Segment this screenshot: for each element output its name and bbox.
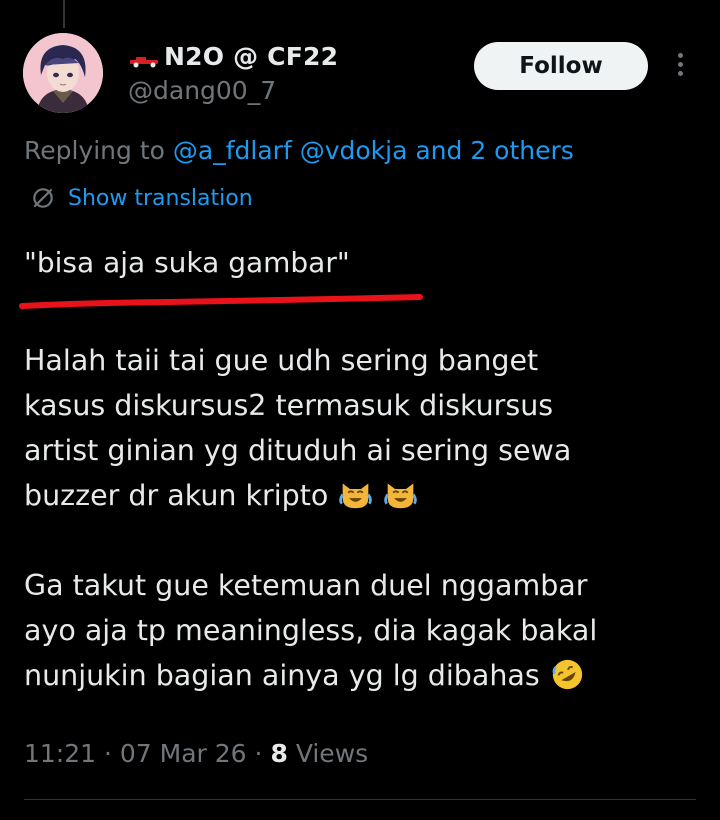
- body-line: Halah taii tai gue udh sering banget: [24, 344, 539, 377]
- body-line: Ga takut gue ketemuan duel nggambar: [24, 569, 588, 602]
- replying-prefix: Replying to: [24, 136, 165, 165]
- views-count: 8: [270, 739, 288, 768]
- divider: [24, 799, 696, 800]
- author-name-row[interactable]: N2O @ CF22: [128, 38, 338, 74]
- body-line: artist ginian yg dituduh ai sering sewa: [24, 434, 572, 467]
- author-display-name[interactable]: N2O @ CF22: [164, 42, 338, 71]
- show-translation-label: Show translation: [68, 185, 253, 211]
- author-handle[interactable]: @dang00_7: [128, 76, 276, 105]
- cat-tears-of-joy-emoji: [383, 483, 417, 509]
- author-avatar[interactable]: [23, 33, 103, 113]
- more-vertical-icon[interactable]: [672, 50, 688, 84]
- red-race-car-icon: [130, 57, 158, 68]
- follow-button[interactable]: Follow: [474, 42, 648, 90]
- rolling-on-floor-laughing-emoji: [552, 659, 582, 690]
- body-line: buzzer dr akun kripto: [24, 473, 704, 518]
- quoted-phrase: "bisa aja suka gambar": [24, 246, 350, 279]
- show-translation-button[interactable]: Show translation: [30, 185, 253, 211]
- body-line: ayo aja tp meaningless, dia kagak bakal: [24, 614, 598, 647]
- meta-separator: ·: [104, 739, 112, 768]
- body-line-text: buzzer dr akun kripto: [24, 479, 329, 512]
- post-date[interactable]: 07 Mar 26: [120, 739, 247, 768]
- reply-mentions-link[interactable]: @a_fdlarf @vdokja and 2 others: [173, 136, 574, 165]
- reply-context: Replying to @a_fdlarf @vdokja and 2 othe…: [24, 136, 574, 165]
- cat-tears-of-joy-emoji: [339, 483, 373, 509]
- body-line: nunjukin bagian ainya yg lg dibahas: [24, 653, 704, 698]
- meta-separator: ·: [254, 739, 263, 768]
- post-time[interactable]: 11:21: [24, 739, 96, 768]
- body-line: kasus diskursus2 termasuk diskursus: [24, 389, 554, 422]
- thread-connector-line: [63, 0, 65, 28]
- red-underline-annotation: [19, 294, 423, 309]
- translate-slash-icon: [33, 188, 53, 208]
- body-line-text: nunjukin bagian ainya yg lg dibahas: [24, 659, 540, 692]
- views-label: Views: [295, 739, 369, 768]
- tweet-meta: 11:21 · 07 Mar 26 · 8 Views: [24, 739, 368, 768]
- avatar-image: [23, 33, 103, 113]
- tweet-body: Halah taii tai gue udh sering banget kas…: [24, 338, 704, 698]
